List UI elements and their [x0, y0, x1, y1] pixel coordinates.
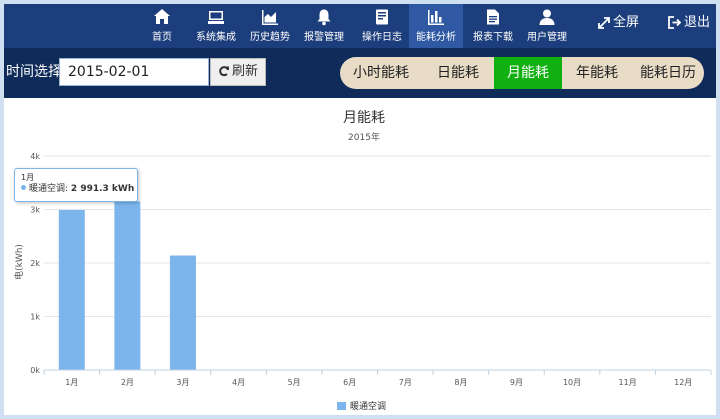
bar-3[interactable]	[169, 255, 196, 370]
nav-item-label: 系统集成	[196, 32, 236, 43]
tab-yearly-energy[interactable]: 年能耗	[562, 57, 632, 89]
period-tabs: 小时能耗 日能耗 月能耗 年能耗 能耗日历	[340, 57, 704, 89]
refresh-button[interactable]: 刷新	[210, 58, 266, 86]
monthly-energy-chart: 0k 1k 2k 3k 4k 1月 2月 3月 4月 5月 6月 7月 8月 9月 10月 11月 12月 月能…	[13, 110, 712, 412]
x-tick-label: 11月	[619, 378, 637, 387]
fullscreen-label: 全屏	[613, 15, 640, 30]
chart-area: 0k 1k 2k 3k 4k 1月 2月 3月 4月 5月 6月 7月 8月 9月 10月 11月 12月 月能…	[4, 98, 716, 415]
bar-chart-icon	[409, 4, 463, 32]
log-icon	[355, 4, 409, 32]
x-tick-label: 5月	[288, 378, 301, 387]
nav-item-label: 历史趋势	[250, 32, 290, 43]
chart-title: 月能耗	[343, 110, 385, 126]
nav-item-energy-analysis[interactable]: 能耗分析	[409, 4, 463, 50]
fullscreen-button[interactable]: 全屏	[598, 14, 639, 32]
bar-2[interactable]	[114, 201, 141, 370]
x-tick-label: 12月	[674, 378, 692, 387]
nav-item-user-management[interactable]: 用户管理	[520, 4, 574, 48]
logout-button[interactable]: 退出	[668, 14, 710, 32]
nav-item-operation-log[interactable]: 操作日志	[355, 4, 409, 48]
bell-icon	[297, 4, 351, 32]
y-tick-label: 1k	[30, 313, 40, 322]
bar-1[interactable]	[58, 209, 85, 370]
tab-monthly-energy[interactable]: 月能耗	[494, 57, 562, 89]
nav-item-label: 能耗分析	[416, 32, 456, 43]
y-axis-title: 电(kWh)	[13, 244, 25, 280]
chart-legend[interactable]: 暖通空调	[337, 400, 386, 412]
nav-item-report-download[interactable]: 报表下载	[466, 4, 520, 48]
nav-item-history-trend[interactable]: 历史趋势	[243, 4, 297, 48]
date-label: 时间选择:	[6, 64, 67, 80]
x-tick-label: 2月	[121, 378, 134, 387]
report-icon	[466, 4, 520, 32]
nav-item-label: 首页	[152, 32, 172, 43]
y-tick-label: 0k	[30, 366, 40, 375]
nav-item-label: 报警管理	[304, 32, 344, 43]
tab-hourly-energy[interactable]: 小时能耗	[340, 57, 422, 89]
expand-icon	[598, 17, 610, 29]
date-input[interactable]	[59, 58, 209, 86]
chart-subtitle: 2015年	[348, 131, 380, 143]
y-tick-label: 4k	[30, 152, 40, 161]
tab-energy-calendar[interactable]: 能耗日历	[632, 57, 704, 89]
logout-icon	[668, 16, 682, 29]
user-icon	[520, 4, 574, 32]
monitor-icon	[189, 4, 243, 32]
tooltip-series-name: 暖通空调	[29, 184, 66, 194]
x-tick-label: 4月	[232, 378, 245, 387]
refresh-label: 刷新	[231, 64, 258, 79]
tab-daily-energy[interactable]: 日能耗	[422, 57, 494, 89]
x-tick-label: 9月	[510, 378, 523, 387]
chart-tooltip: 1月 暖通空调: 2 991.3 kWh	[14, 168, 138, 202]
tooltip-value: 2 991.3 kWh	[70, 184, 135, 194]
area-chart-icon	[243, 4, 297, 32]
nav-item-label: 操作日志	[362, 32, 402, 43]
refresh-icon	[219, 66, 229, 77]
y-tick-label: 3k	[30, 206, 40, 215]
x-tick-label: 7月	[399, 378, 412, 387]
x-tick-label: 3月	[176, 378, 189, 387]
nav-item-label: 报表下载	[473, 32, 513, 43]
toolbar: 时间选择: 刷新 小时能耗 日能耗 月能耗 年能耗 能耗日历	[4, 48, 716, 98]
legend-swatch	[337, 402, 346, 410]
nav-item-alarm-management[interactable]: 报警管理	[297, 4, 351, 48]
nav-item-home[interactable]: 首页	[135, 4, 189, 48]
x-tick-label: 1月	[65, 378, 78, 387]
logout-label: 退出	[684, 15, 711, 30]
tooltip-row: 暖通空调: 2 991.3 kWh	[21, 183, 135, 196]
tooltip-header: 1月	[21, 173, 35, 182]
nav-item-system-integration[interactable]: 系统集成	[189, 4, 243, 48]
y-tick-label: 2k	[30, 259, 40, 268]
x-tick-label: 8月	[454, 378, 467, 387]
x-tick-label: 10月	[563, 378, 581, 387]
app-frame: 首页 系统集成 历史趋势 报警管理 操作日志 能耗分析 报表下载 用户管理 全屏…	[4, 4, 716, 415]
home-icon	[135, 4, 189, 32]
x-tick-label: 6月	[343, 378, 356, 387]
legend-label: 暖通空调	[350, 400, 386, 412]
top-navigation: 首页 系统集成 历史趋势 报警管理 操作日志 能耗分析 报表下载 用户管理 全屏…	[4, 4, 716, 50]
nav-item-label: 用户管理	[527, 32, 567, 43]
tooltip-series-dot	[21, 185, 26, 190]
